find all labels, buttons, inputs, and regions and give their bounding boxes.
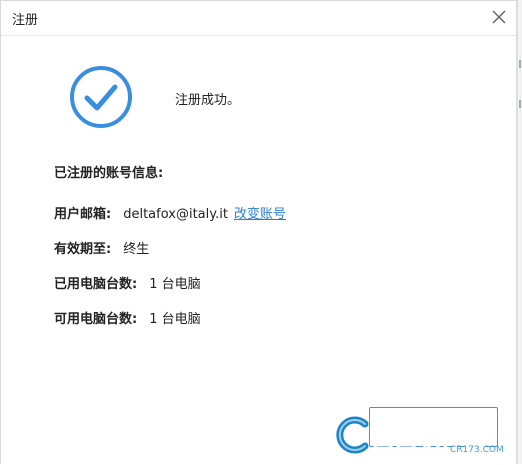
dialog-titlebar: 注册 <box>1 1 516 36</box>
background-marker <box>519 100 521 108</box>
email-label: 用户邮箱: <box>54 207 112 222</box>
registration-dialog: 注册 注册成功。 已注册的账号信息: 用户邮箱: deltafox@italy.i… <box>0 0 517 465</box>
watermark-url: CR173.COM <box>450 445 504 455</box>
watermark-logo-icon <box>332 414 374 456</box>
validity-label: 有效期至: <box>54 242 112 257</box>
site-watermark: 西西软件园 CR173.COM <box>332 412 518 460</box>
close-icon <box>492 10 506 24</box>
email-row: 用户邮箱: deltafox@italy.it 改变账号 <box>54 203 286 222</box>
change-account-link[interactable]: 改变账号 <box>234 207 286 222</box>
validity-row: 有效期至: 终生 <box>54 238 149 257</box>
dialog-title: 注册 <box>12 13 39 28</box>
used-pcs-value: 1 台电脑 <box>149 277 201 292</box>
validity-value: 终生 <box>123 242 150 257</box>
background-marker <box>519 60 521 68</box>
close-button[interactable] <box>488 6 510 28</box>
email-value: deltafox@italy.it <box>123 207 228 222</box>
available-pcs-row: 可用电脑台数: 1 台电脑 <box>54 308 201 327</box>
success-message: 注册成功。 <box>175 93 241 108</box>
used-pcs-label: 已用电脑台数: <box>54 277 138 292</box>
checkmark-circle-icon <box>69 65 133 129</box>
used-pcs-row: 已用电脑台数: 1 台电脑 <box>54 273 201 292</box>
available-pcs-value: 1 台电脑 <box>149 312 201 327</box>
account-info-heading: 已注册的账号信息: <box>54 166 164 181</box>
available-pcs-label: 可用电脑台数: <box>54 312 138 327</box>
background-app-edge <box>517 0 522 464</box>
